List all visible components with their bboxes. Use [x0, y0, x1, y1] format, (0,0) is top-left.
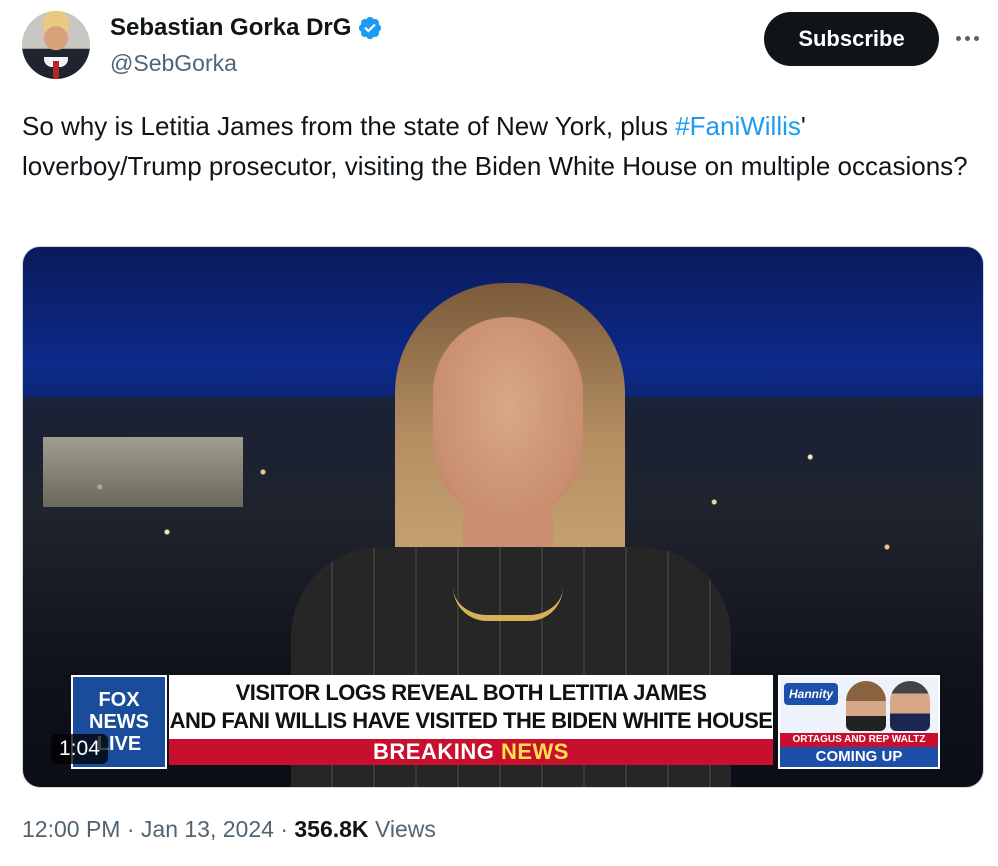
channel-logo-line1: FOX [98, 689, 140, 711]
meta-separator: · [126, 816, 135, 842]
news-word: NEWS [500, 739, 569, 764]
author-display-name[interactable]: Sebastian Gorka DrG [110, 14, 351, 42]
show-promo: Hannity ORTAGUS AND REP WALTZ COMING UP [778, 675, 940, 769]
video-player[interactable]: FOX NEWS LIVE VISITOR LOGS REVEAL BOTH L… [22, 246, 984, 788]
promo-guest-photo [846, 681, 886, 731]
hashtag-link[interactable]: #FaniWillis [675, 111, 801, 141]
author-avatar[interactable] [22, 11, 90, 79]
author-handle[interactable]: @SebGorka [110, 50, 237, 77]
headline-line2: AND FANI WILLIS HAVE VISITED THE BIDEN W… [169, 708, 773, 733]
more-options-icon[interactable] [956, 28, 986, 48]
views-label[interactable]: Views [375, 816, 436, 842]
promo-coming-up: COMING UP [780, 747, 938, 767]
promo-show-logo: Hannity [784, 683, 838, 705]
meta-separator: · [280, 816, 288, 842]
tweet-time[interactable]: 12:00 PM [22, 816, 120, 842]
views-count[interactable]: 356.8K [294, 816, 368, 842]
video-duration-badge: 1:04 [51, 734, 108, 764]
promo-guest-photo [890, 681, 930, 731]
channel-logo-line2: NEWS [89, 711, 149, 733]
tweet-text: So why is Letitia James from the state o… [22, 106, 972, 186]
subscribe-button[interactable]: Subscribe [764, 12, 939, 66]
white-house-building [43, 437, 243, 507]
anchor-necklace [453, 587, 563, 621]
news-headline: VISITOR LOGS REVEAL BOTH LETITIA JAMES A… [169, 675, 773, 739]
tweet-date[interactable]: Jan 13, 2024 [141, 816, 274, 842]
author-name-row: Sebastian Gorka DrG [110, 14, 383, 42]
breaking-news-bar: BREAKING NEWS [169, 739, 773, 765]
headline-line1: VISITOR LOGS REVEAL BOTH LETITIA JAMES [235, 680, 707, 705]
verified-badge-icon [359, 16, 382, 40]
promo-guest-names: ORTAGUS AND REP WALTZ [780, 733, 938, 747]
breaking-word: BREAKING [373, 739, 495, 764]
anchor-face [433, 317, 583, 517]
avatar-tie [53, 61, 59, 79]
news-lower-third: FOX NEWS LIVE VISITOR LOGS REVEAL BOTH L… [71, 675, 940, 769]
tweet-meta: 12:00 PM · Jan 13, 2024 · 356.8K Views [22, 816, 436, 843]
tweet-text-before: So why is Letitia James from the state o… [22, 111, 676, 141]
